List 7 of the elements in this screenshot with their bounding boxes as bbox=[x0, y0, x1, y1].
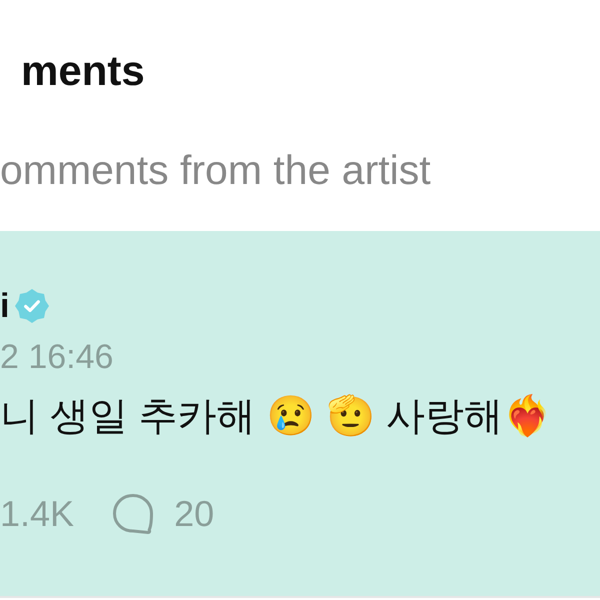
author-name[interactable]: i bbox=[0, 289, 10, 323]
like-count: 1.4K bbox=[0, 496, 74, 532]
comment-text: 니 생일 추카해 😢 🫡 사랑해❤‍🔥 bbox=[0, 394, 554, 440]
section-title: ments bbox=[21, 50, 146, 92]
section-subtitle: omments from the artist bbox=[0, 150, 432, 191]
comment-icon[interactable] bbox=[112, 492, 154, 535]
comment-time: 2 16:46 bbox=[0, 340, 114, 374]
